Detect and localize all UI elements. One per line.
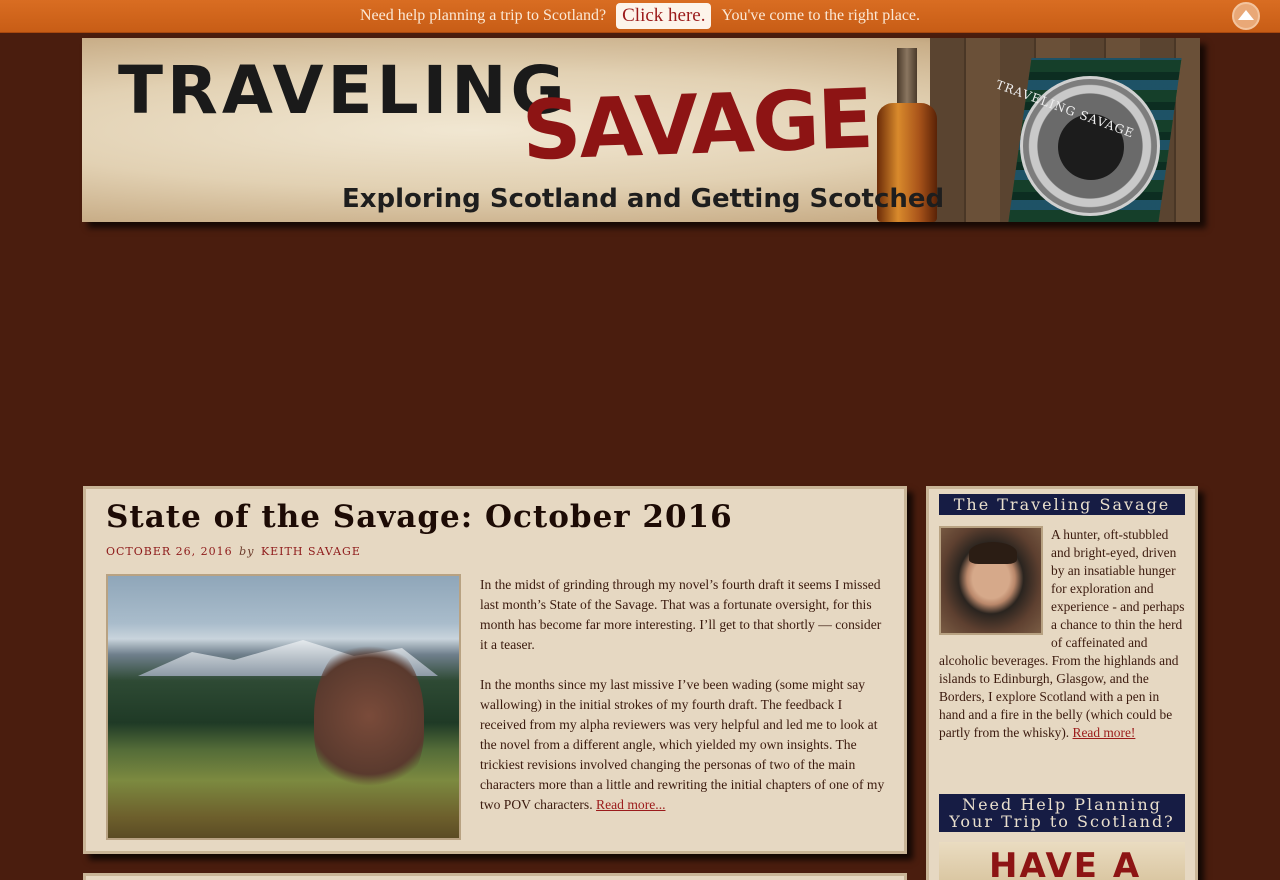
- click-here-button[interactable]: Click here.: [616, 3, 712, 29]
- tree-graphic: [314, 636, 424, 796]
- post-meta: October 26, 2016 by Keith Savage: [106, 545, 361, 558]
- topbar-trail-text: You've come to the right place.: [721, 7, 921, 24]
- chevron-up-icon: [1238, 9, 1254, 20]
- help-planning-graphic[interactable]: HAVE A: [939, 842, 1185, 880]
- post-paragraph-2: In the months since my last missive I’ve…: [480, 677, 885, 812]
- post-by: by: [239, 545, 255, 558]
- help-widget-title: Need Help Planning Your Trip to Scotland…: [939, 794, 1185, 832]
- about-widget-title: The Traveling Savage: [939, 494, 1185, 515]
- post-excerpt: In the midst of grinding through my nove…: [480, 575, 890, 835]
- read-more-link[interactable]: Read more...: [596, 797, 665, 812]
- help-graphic-text: HAVE A: [989, 846, 1142, 880]
- hide-bar-button[interactable]: [1232, 2, 1260, 30]
- about-widget: A hunter, oft-stubbled and bright-eyed, …: [939, 526, 1187, 742]
- next-blog-post: [83, 873, 907, 880]
- top-notification-bar: Need help planning a trip to Scotland? C…: [0, 0, 1280, 33]
- topbar-lead-text: Need help planning a trip to Scotland?: [359, 7, 607, 24]
- post-date: October 26, 2016: [106, 545, 233, 558]
- banner-title-savage: SAVAGE: [520, 71, 874, 180]
- about-read-more-link[interactable]: Read more!: [1073, 725, 1136, 740]
- post-title[interactable]: State of the Savage: October 2016: [106, 499, 733, 535]
- banner-title-traveling: TRAVELING: [118, 52, 569, 129]
- blog-post: State of the Savage: October 2016 Octobe…: [83, 486, 907, 854]
- post-author-link[interactable]: Keith Savage: [261, 545, 361, 558]
- post-featured-image[interactable]: [106, 574, 461, 840]
- author-avatar: [939, 526, 1043, 635]
- banner-tagline: Exploring Scotland and Getting Scotched: [342, 184, 945, 214]
- sidebar: The Traveling Savage A hunter, oft-stubb…: [926, 486, 1198, 880]
- post-paragraph-1: In the midst of grinding through my nove…: [480, 577, 882, 652]
- site-banner[interactable]: TRAVELING SAVAGE TRAVELING SAVAGE Explor…: [82, 38, 1200, 222]
